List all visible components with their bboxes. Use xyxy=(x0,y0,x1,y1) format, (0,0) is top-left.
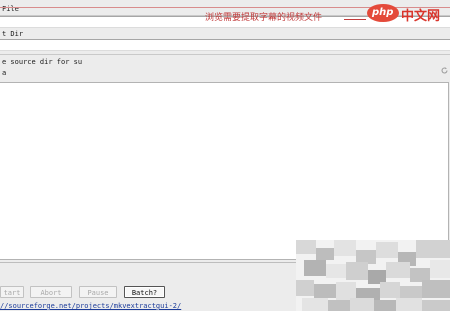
output-dir-label: t Dir xyxy=(2,30,24,38)
divider xyxy=(0,54,450,55)
abort-button[interactable]: Abort xyxy=(30,286,72,298)
log-output-area[interactable] xyxy=(0,82,449,260)
output-dir-input[interactable] xyxy=(0,39,450,51)
source-dir-value: a xyxy=(2,69,7,77)
pause-button[interactable]: Pause xyxy=(79,286,117,298)
logo-text: 中文网 xyxy=(401,9,441,24)
logo: php 中文网 xyxy=(367,2,449,24)
project-link[interactable]: //sourceforge.net/projects/mkvextractgui… xyxy=(0,302,181,311)
logo-brand: php xyxy=(372,7,394,18)
batch-button[interactable]: Batch? xyxy=(124,286,165,298)
refresh-icon[interactable] xyxy=(440,66,449,75)
source-dir-label: e source dir for su xyxy=(2,58,83,66)
start-button[interactable]: tart xyxy=(0,286,24,298)
watermark-pattern xyxy=(296,240,450,311)
annotation-pointer xyxy=(344,19,366,20)
annotation-text: 浏览需要提取字幕的视频文件 xyxy=(205,13,323,23)
